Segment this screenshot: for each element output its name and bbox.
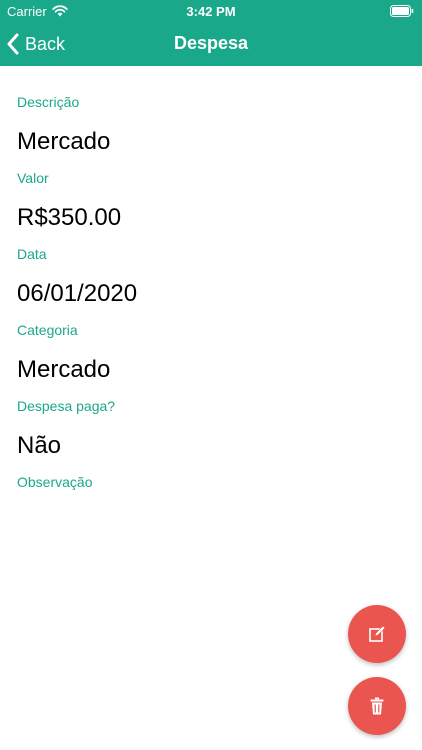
description-value: Mercado	[17, 128, 111, 155]
amount-value: R$350.00	[17, 204, 122, 231]
notes-value	[17, 506, 407, 538]
status-time: 3:42 PM	[186, 4, 236, 19]
delete-button[interactable]	[348, 677, 406, 735]
battery-icon	[390, 5, 414, 17]
page-title: Despesa	[173, 33, 249, 53]
paid-status-value: Não	[17, 432, 62, 459]
navigation-bar: Back Despesa	[0, 22, 422, 66]
paid-status-label: Despesa paga?	[17, 398, 116, 414]
edit-icon	[369, 625, 386, 642]
amount-label: Valor	[17, 170, 49, 186]
category-value: Mercado	[17, 356, 111, 383]
date-value: 06/01/2020	[17, 280, 138, 307]
category-label: Categoria	[17, 322, 78, 338]
top-bar: Carrier 3:42 PM Back Despesa	[0, 0, 422, 66]
date-label: Data	[17, 246, 47, 262]
notes-label: Observação	[17, 474, 93, 490]
edit-button[interactable]	[348, 605, 406, 663]
expense-details: Descrição Mercado Valor R$350.00 Data 06…	[17, 92, 407, 548]
expense-detail-screen: Carrier 3:42 PM Back Despesa Descrição M…	[0, 0, 422, 750]
description-label: Descrição	[17, 94, 80, 110]
status-bar: Carrier 3:42 PM	[0, 0, 422, 22]
trash-icon	[370, 697, 384, 715]
